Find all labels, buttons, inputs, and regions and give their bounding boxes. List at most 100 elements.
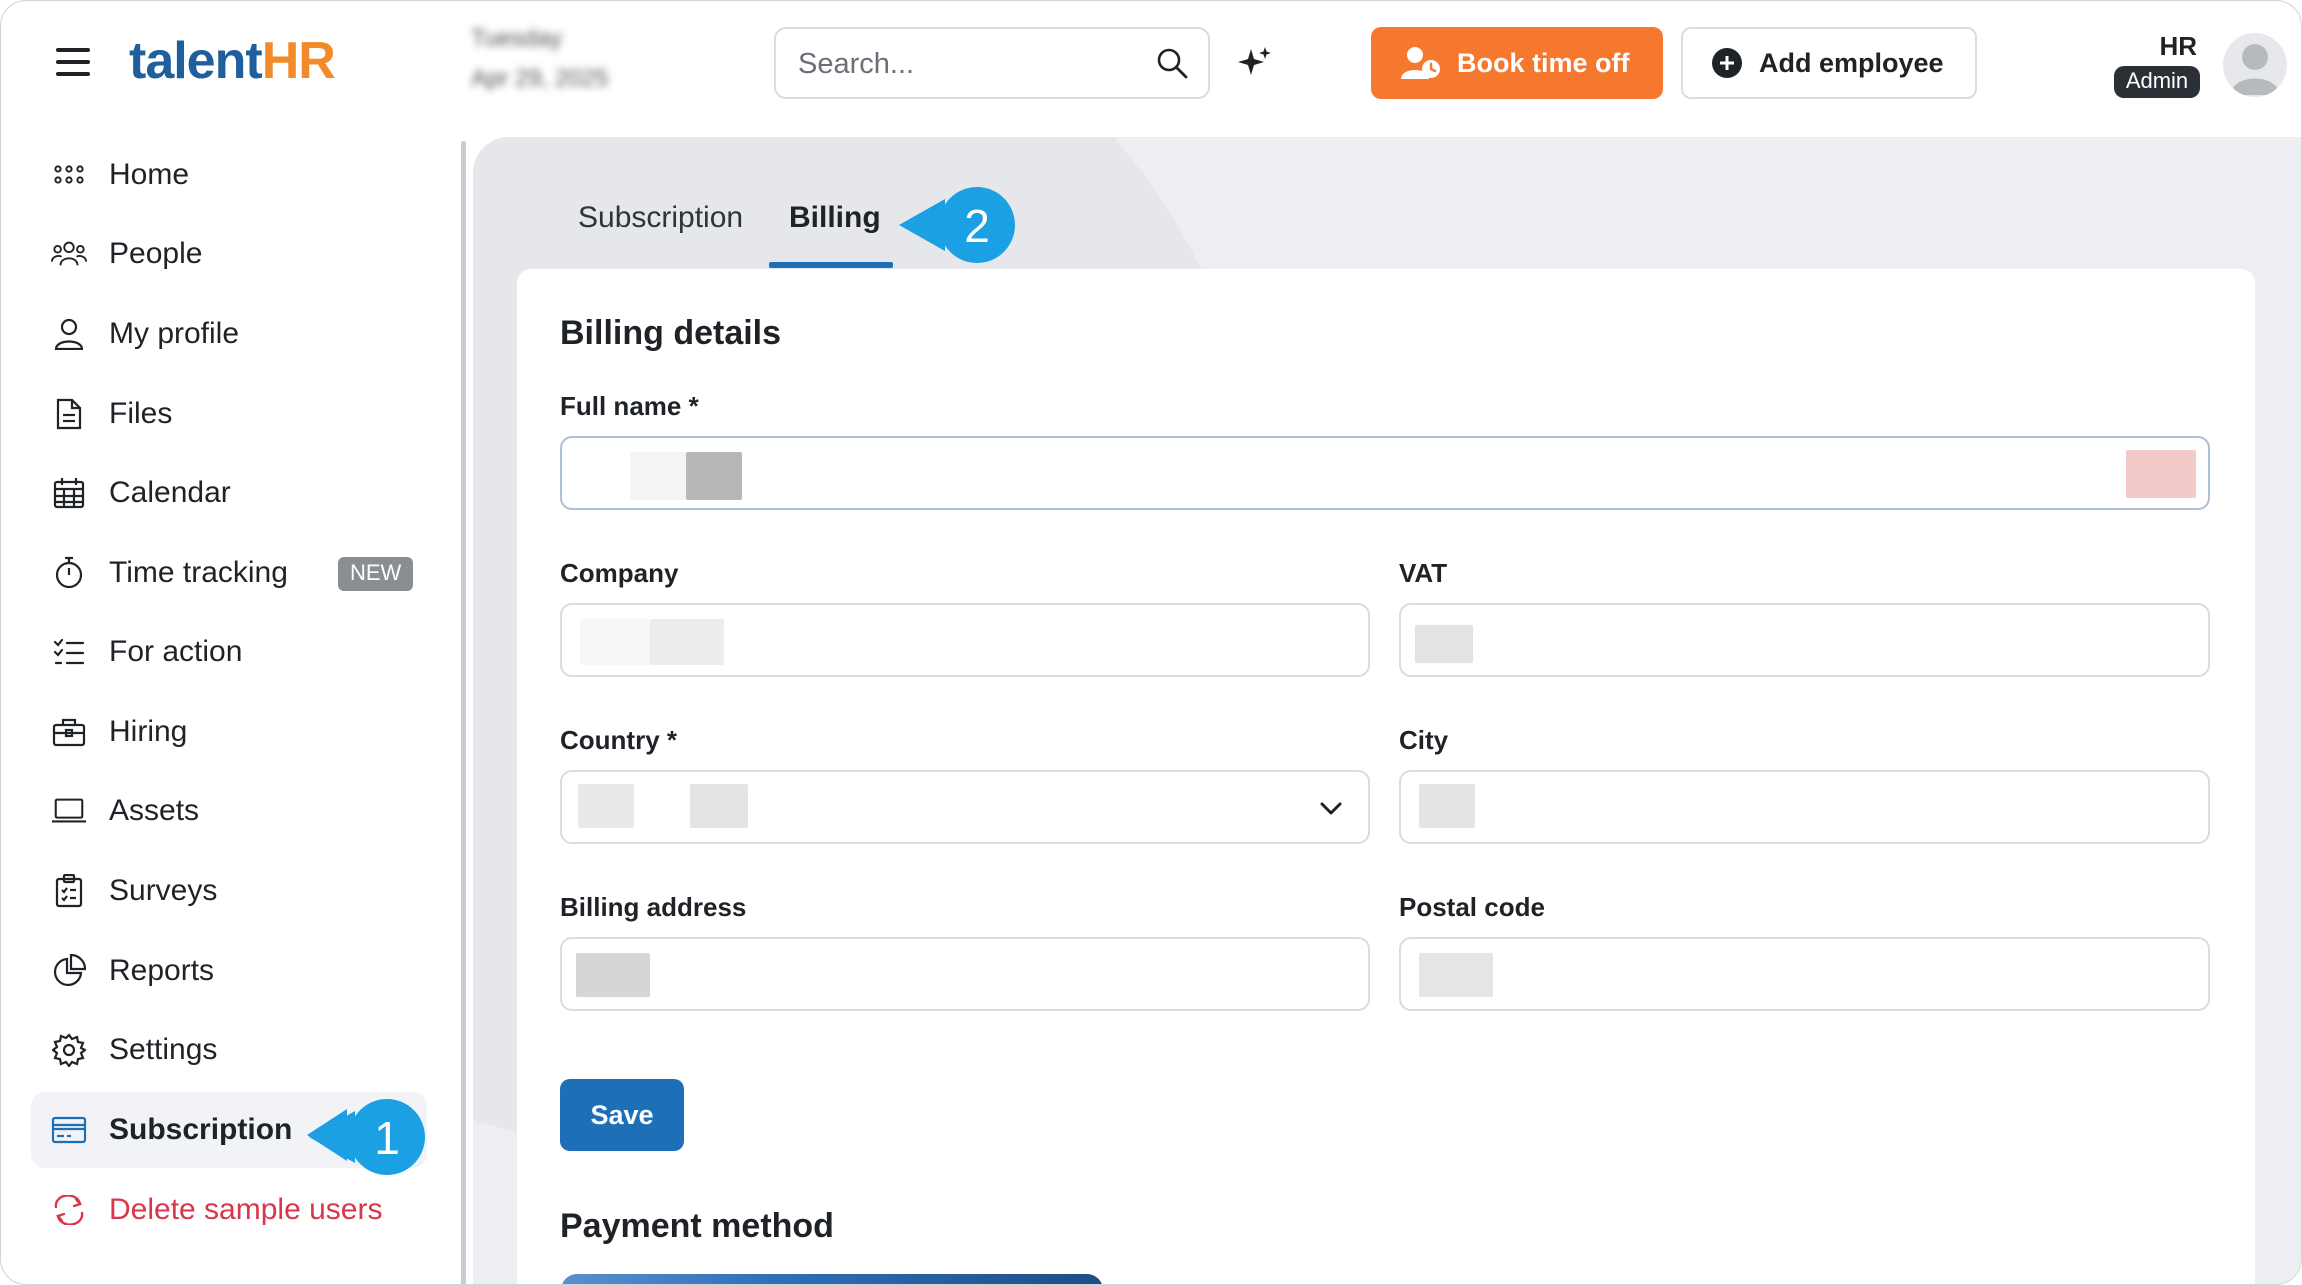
step-number-1: 1 <box>374 1112 400 1164</box>
credit-card-icon <box>51 1112 87 1148</box>
book-time-off-label: Book time off <box>1457 47 1630 78</box>
payment-card-preview[interactable] <box>561 1274 1103 1284</box>
tab-subscription[interactable]: Subscription <box>578 201 743 235</box>
sidebar-item-hiring[interactable]: Hiring <box>31 694 427 770</box>
billing-details-heading: Billing details <box>560 314 782 352</box>
city-label: City <box>1399 725 1449 755</box>
add-employee-label: Add employee <box>1759 47 1944 78</box>
new-badge: NEW <box>338 557 414 591</box>
sidebar-item-for-action[interactable]: For action <box>31 614 427 690</box>
sidebar-item-calendar[interactable]: Calendar <box>31 455 427 531</box>
sidebar-item-label: Settings <box>109 1033 218 1066</box>
app-window: talentHR Tuesday Apr 29, 2025 Book time … <box>0 0 2302 1285</box>
tab-billing[interactable]: Billing <box>789 201 881 235</box>
company-field[interactable] <box>560 603 1370 677</box>
redacted-value <box>630 452 686 500</box>
country-label: Country * <box>560 725 677 755</box>
sidebar-item-time-tracking[interactable]: Time tracking NEW <box>31 535 427 611</box>
gear-icon <box>51 1032 87 1068</box>
talenthr-logo[interactable]: talentHR <box>129 31 336 91</box>
sidebar-item-label: Reports <box>109 954 215 987</box>
search-icon[interactable] <box>1156 47 1188 79</box>
user-initials: HR <box>2159 31 2197 61</box>
redacted-value <box>580 619 650 665</box>
redacted-value <box>576 953 650 997</box>
sidebar-item-label: For action <box>109 635 243 668</box>
sidebar-item-label: My profile <box>109 317 240 350</box>
sidebar-item-label: Surveys <box>109 874 218 907</box>
add-employee-button[interactable]: Add employee <box>1681 27 1977 99</box>
ai-sparkle-icon[interactable] <box>1237 45 1273 81</box>
sidebar-item-label: Hiring <box>109 715 188 748</box>
laptop-icon <box>51 793 87 829</box>
file-icon <box>51 396 87 432</box>
redacted-value <box>650 619 724 665</box>
user-icon <box>51 316 87 352</box>
sidebar-item-label: Subscription <box>109 1113 293 1146</box>
sidebar-item-label: Files <box>109 397 173 430</box>
sidebar-item-label: Delete sample users <box>109 1193 383 1226</box>
sidebar-item-my-profile[interactable]: My profile <box>31 296 427 372</box>
stopwatch-icon <box>51 555 87 591</box>
full-name-label: Full name * <box>560 391 699 421</box>
postal-code-label: Postal code <box>1399 892 1545 922</box>
sidebar-item-label: People <box>109 237 203 270</box>
clipboard-icon <box>51 873 87 909</box>
sidebar-item-home[interactable]: Home <box>31 137 427 213</box>
payment-method-heading: Payment method <box>560 1207 834 1245</box>
checklist-icon <box>51 634 87 670</box>
grid-icon <box>51 157 87 193</box>
sidebar-item-settings[interactable]: Settings <box>31 1012 427 1088</box>
active-tab-indicator <box>769 262 893 268</box>
redacted-value <box>1419 784 1475 828</box>
step-callout-1-bubble: 1 <box>307 1097 427 1177</box>
city-field[interactable] <box>1399 770 2210 844</box>
sidebar-item-assets[interactable]: Assets <box>31 773 427 849</box>
save-button[interactable]: Save <box>560 1079 684 1151</box>
avatar[interactable] <box>2223 33 2287 97</box>
briefcase-icon <box>51 714 87 750</box>
hamburger-menu-icon[interactable] <box>56 48 90 76</box>
sidebar-item-label: Time tracking <box>109 556 288 589</box>
vat-label: VAT <box>1399 558 1448 588</box>
redacted-value <box>1419 953 1493 997</box>
search-input[interactable] <box>796 41 1140 87</box>
people-icon <box>51 236 87 272</box>
company-label: Company <box>560 558 679 588</box>
sidebar-item-files[interactable]: Files <box>31 376 427 452</box>
chevron-down-icon[interactable] <box>1318 796 1344 822</box>
billing-address-label: Billing address <box>560 892 747 922</box>
role-badge: Admin <box>2113 66 2201 98</box>
vat-field[interactable] <box>1399 603 2210 677</box>
date-display: Tuesday Apr 29, 2025 <box>471 25 631 105</box>
weekday-text: Tuesday <box>471 25 563 52</box>
sidebar-item-label: Home <box>109 158 190 191</box>
search-box[interactable] <box>774 27 1210 99</box>
country-select[interactable] <box>560 770 1370 844</box>
sidebar-scrollbar[interactable] <box>461 141 466 1284</box>
plus-circle-icon <box>1712 48 1742 78</box>
redacted-value <box>578 784 634 828</box>
redacted-value <box>686 452 742 500</box>
user-clock-icon <box>1401 47 1440 79</box>
date-text: Apr 29, 2025 <box>471 65 609 92</box>
sidebar-item-delete-sample-users[interactable]: Delete sample users <box>31 1172 427 1248</box>
billing-address-field[interactable] <box>560 937 1370 1011</box>
step-callout-2-bubble: 2 <box>897 185 1017 265</box>
step-number-2: 2 <box>964 200 990 252</box>
pie-chart-icon <box>51 953 87 989</box>
calendar-icon <box>51 475 87 511</box>
full-name-field[interactable] <box>560 436 2210 510</box>
sidebar-item-label: Assets <box>109 794 200 827</box>
refresh-icon <box>51 1192 87 1228</box>
postal-code-field[interactable] <box>1399 937 2210 1011</box>
redacted-value <box>1415 625 1473 663</box>
sidebar-item-reports[interactable]: Reports <box>31 933 427 1009</box>
redacted-value <box>690 784 748 828</box>
user-role-indicator[interactable]: HR Admin <box>2111 31 2203 98</box>
sidebar-item-label: Calendar <box>109 476 231 509</box>
sidebar-item-people[interactable]: People <box>31 216 427 292</box>
book-time-off-button[interactable]: Book time off <box>1371 27 1663 99</box>
user-avatar-icon <box>2231 44 2279 95</box>
sidebar-item-surveys[interactable]: Surveys <box>31 853 427 929</box>
